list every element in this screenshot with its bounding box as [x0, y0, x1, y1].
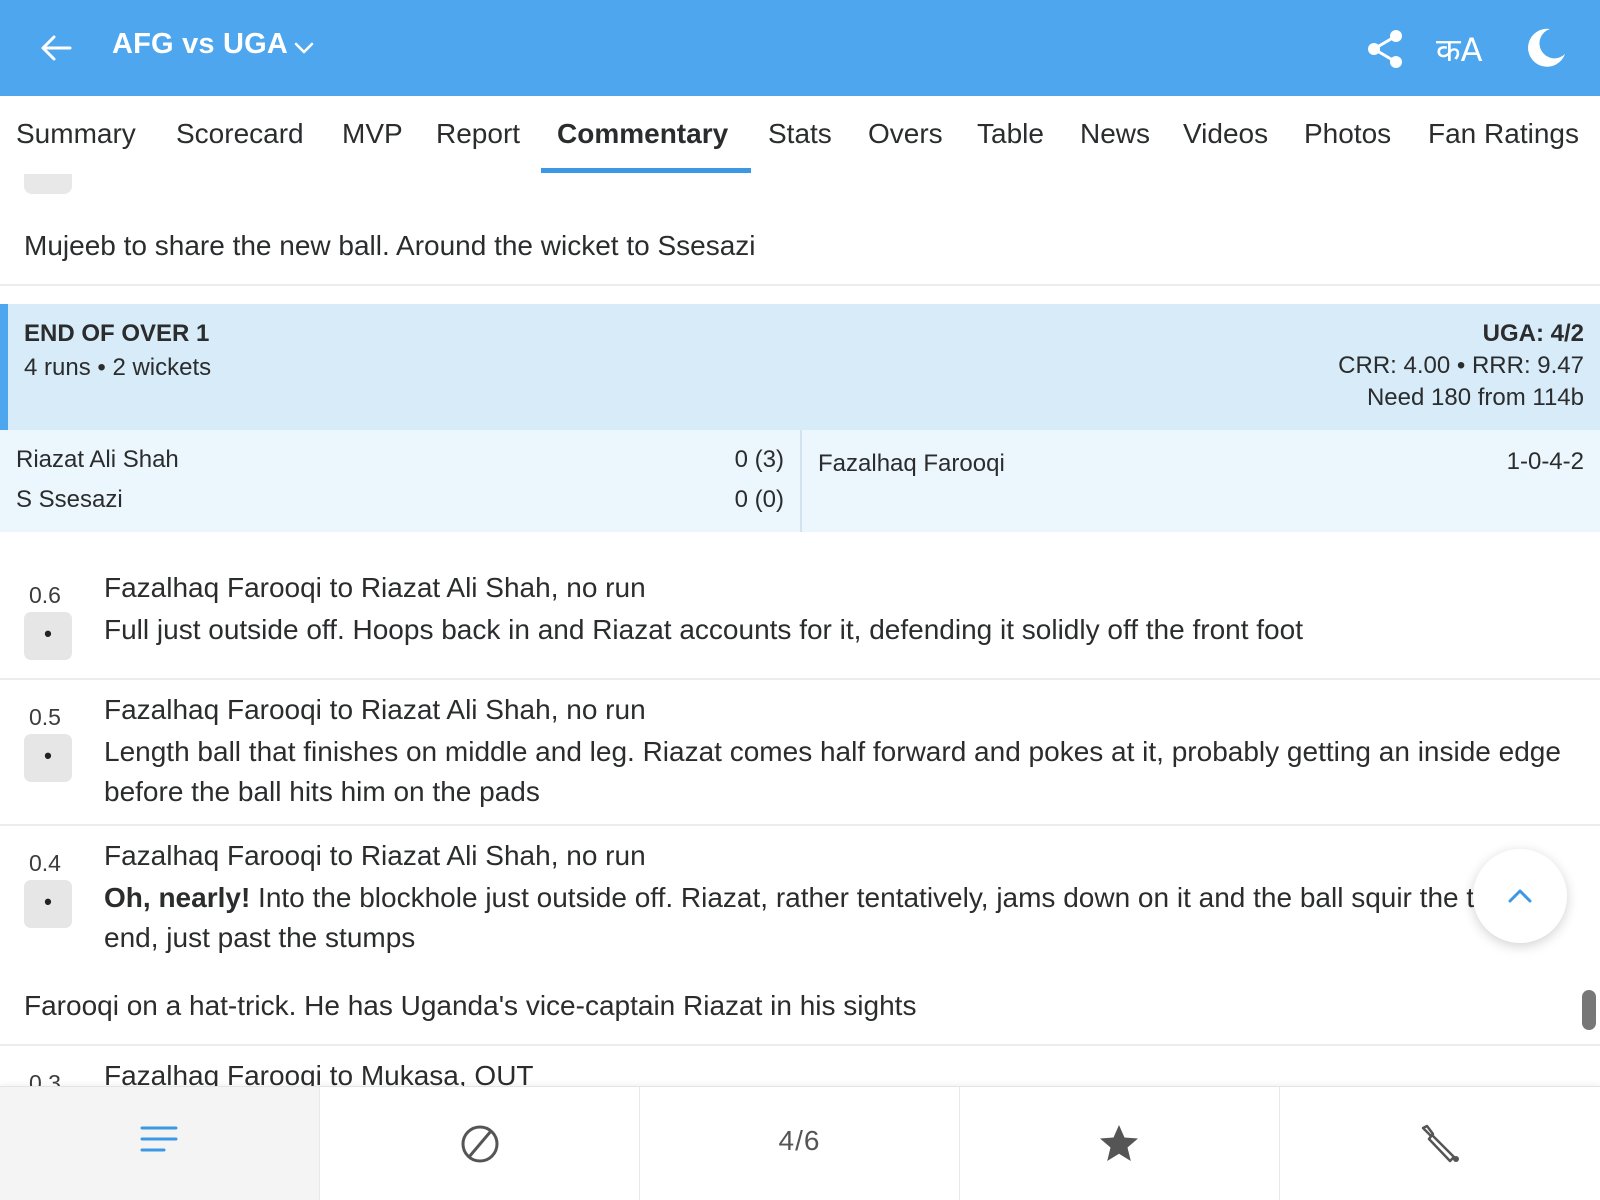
- over-runs-wickets: 4 runs • 2 wickets: [24, 354, 212, 381]
- bottom-nav-bat[interactable]: [1280, 1087, 1600, 1200]
- divider: [0, 1044, 1600, 1046]
- ball-commentary-item: 0.4 • Fazalhaq Farooqi to Riazat Ali Sha…: [0, 840, 1600, 970]
- chevron-down-icon[interactable]: [292, 36, 316, 60]
- batter-name[interactable]: S Ssesazi: [16, 486, 123, 514]
- tab-stats[interactable]: Stats: [768, 118, 832, 150]
- ball-number: 0.6: [29, 582, 61, 608]
- ball-commentary-item: 0.6 • Fazalhaq Farooqi to Riazat Ali Sha…: [0, 572, 1600, 674]
- divider: [0, 284, 1600, 286]
- commentary-feed[interactable]: Mujeeb to share the new ball. Around the…: [0, 174, 1600, 1086]
- tab-mvp[interactable]: MVP: [342, 118, 403, 150]
- batters-bowler-panel: Riazat Ali Shah 0 (3) S Ssesazi 0 (0) Fa…: [0, 430, 1600, 532]
- team-score: UGA: 4/2: [1482, 320, 1584, 347]
- bowler-figures: 1-0-4-2: [1506, 448, 1584, 475]
- ball-result-chip: •: [24, 612, 72, 660]
- ball-commentary-item: 0.5 • Fazalhaq Farooqi to Riazat Ali Sha…: [0, 694, 1600, 824]
- batter-score: 0 (3): [734, 446, 784, 473]
- tab-summary[interactable]: Summary: [16, 118, 136, 150]
- ball-description: Oh, nearly! Into the blockhole just outs…: [104, 878, 1564, 958]
- ball-number: 0.3: [29, 1070, 61, 1086]
- scrollbar-thumb[interactable]: [1582, 990, 1596, 1030]
- tab-news[interactable]: News: [1080, 118, 1150, 150]
- star-icon: [1100, 1125, 1138, 1161]
- active-tab-indicator: [541, 168, 751, 173]
- share-icon[interactable]: [1364, 28, 1406, 70]
- description-text: Into the blockhole just outside off. Ria…: [104, 882, 1515, 953]
- back-arrow-icon[interactable]: [36, 28, 76, 68]
- target-need: Need 180 from 114b: [1366, 384, 1584, 411]
- bottom-nav-favourites[interactable]: [960, 1087, 1280, 1200]
- run-rates: CRR: 4.00 • RRR: 9.47: [1338, 352, 1584, 379]
- ball-commentary-item: 0.3 Fazalhaq Farooqi to Mukasa, OUT: [0, 1060, 1600, 1086]
- bowler-name[interactable]: Fazalhaq Farooqi: [818, 450, 1005, 478]
- language-toggle[interactable]: कA: [1436, 28, 1482, 71]
- ball-icon: [461, 1125, 499, 1163]
- ball-result-chip: •: [24, 734, 72, 782]
- panel-divider: [800, 430, 802, 532]
- emphasis-text: Oh, nearly!: [104, 882, 251, 913]
- chevron-up-icon: [1508, 889, 1532, 903]
- tab-photos[interactable]: Photos: [1304, 118, 1391, 150]
- tab-overs[interactable]: Overs: [868, 118, 943, 150]
- ball-headline: Fazalhaq Farooqi to Riazat Ali Shah, no …: [104, 572, 646, 603]
- ball-number: 0.4: [29, 850, 61, 876]
- end-of-over-summary: END OF OVER 1 4 runs • 2 wickets UGA: 4/…: [0, 304, 1600, 430]
- bottom-nav: 4/6: [0, 1086, 1600, 1200]
- page-indicator: 4/6: [778, 1125, 821, 1156]
- commentary-note: Mujeeb to share the new ball. Around the…: [24, 230, 756, 261]
- commentary-note: Farooqi on a hat-trick. He has Uganda's …: [24, 990, 917, 1021]
- batter-score: 0 (0): [734, 486, 784, 513]
- over-label: END OF OVER 1: [24, 320, 210, 347]
- scroll-to-top-button[interactable]: [1473, 849, 1567, 943]
- tab-table[interactable]: Table: [977, 118, 1044, 150]
- tab-report[interactable]: Report: [436, 118, 520, 150]
- ball-headline: Fazalhaq Farooqi to Mukasa, OUT: [104, 1060, 534, 1086]
- ball-headline: Fazalhaq Farooqi to Riazat Ali Shah, no …: [104, 840, 646, 871]
- ball-headline: Fazalhaq Farooqi to Riazat Ali Shah, no …: [104, 694, 646, 725]
- app-bar: AFG vs UGA कA: [0, 0, 1600, 96]
- tab-fan-ratings[interactable]: Fan Ratings: [1428, 118, 1579, 150]
- tab-scorecard[interactable]: Scorecard: [176, 118, 304, 150]
- tab-videos[interactable]: Videos: [1183, 118, 1268, 150]
- ball-result-chip: •: [24, 880, 72, 928]
- bottom-nav-commentary[interactable]: [0, 1087, 320, 1200]
- bottom-nav-page[interactable]: 4/6: [640, 1087, 960, 1200]
- ball-description: Length ball that finishes on middle and …: [104, 736, 1561, 807]
- batter-name[interactable]: Riazat Ali Shah: [16, 446, 179, 474]
- divider: [0, 678, 1600, 680]
- ball-description: Full just outside off. Hoops back in and…: [104, 614, 1303, 645]
- bottom-nav-ball[interactable]: [320, 1087, 640, 1200]
- divider: [0, 824, 1600, 826]
- bat-icon: [1421, 1124, 1459, 1163]
- moon-icon[interactable]: [1524, 26, 1568, 70]
- tab-commentary[interactable]: Commentary: [557, 118, 728, 150]
- tab-bar: Summary Scorecard MVP Report Commentary …: [0, 96, 1600, 174]
- menu-lines-icon: [140, 1126, 178, 1152]
- ball-number: 0.5: [29, 704, 61, 730]
- ball-chip-partial: [24, 174, 72, 194]
- match-title[interactable]: AFG vs UGA: [112, 28, 288, 61]
